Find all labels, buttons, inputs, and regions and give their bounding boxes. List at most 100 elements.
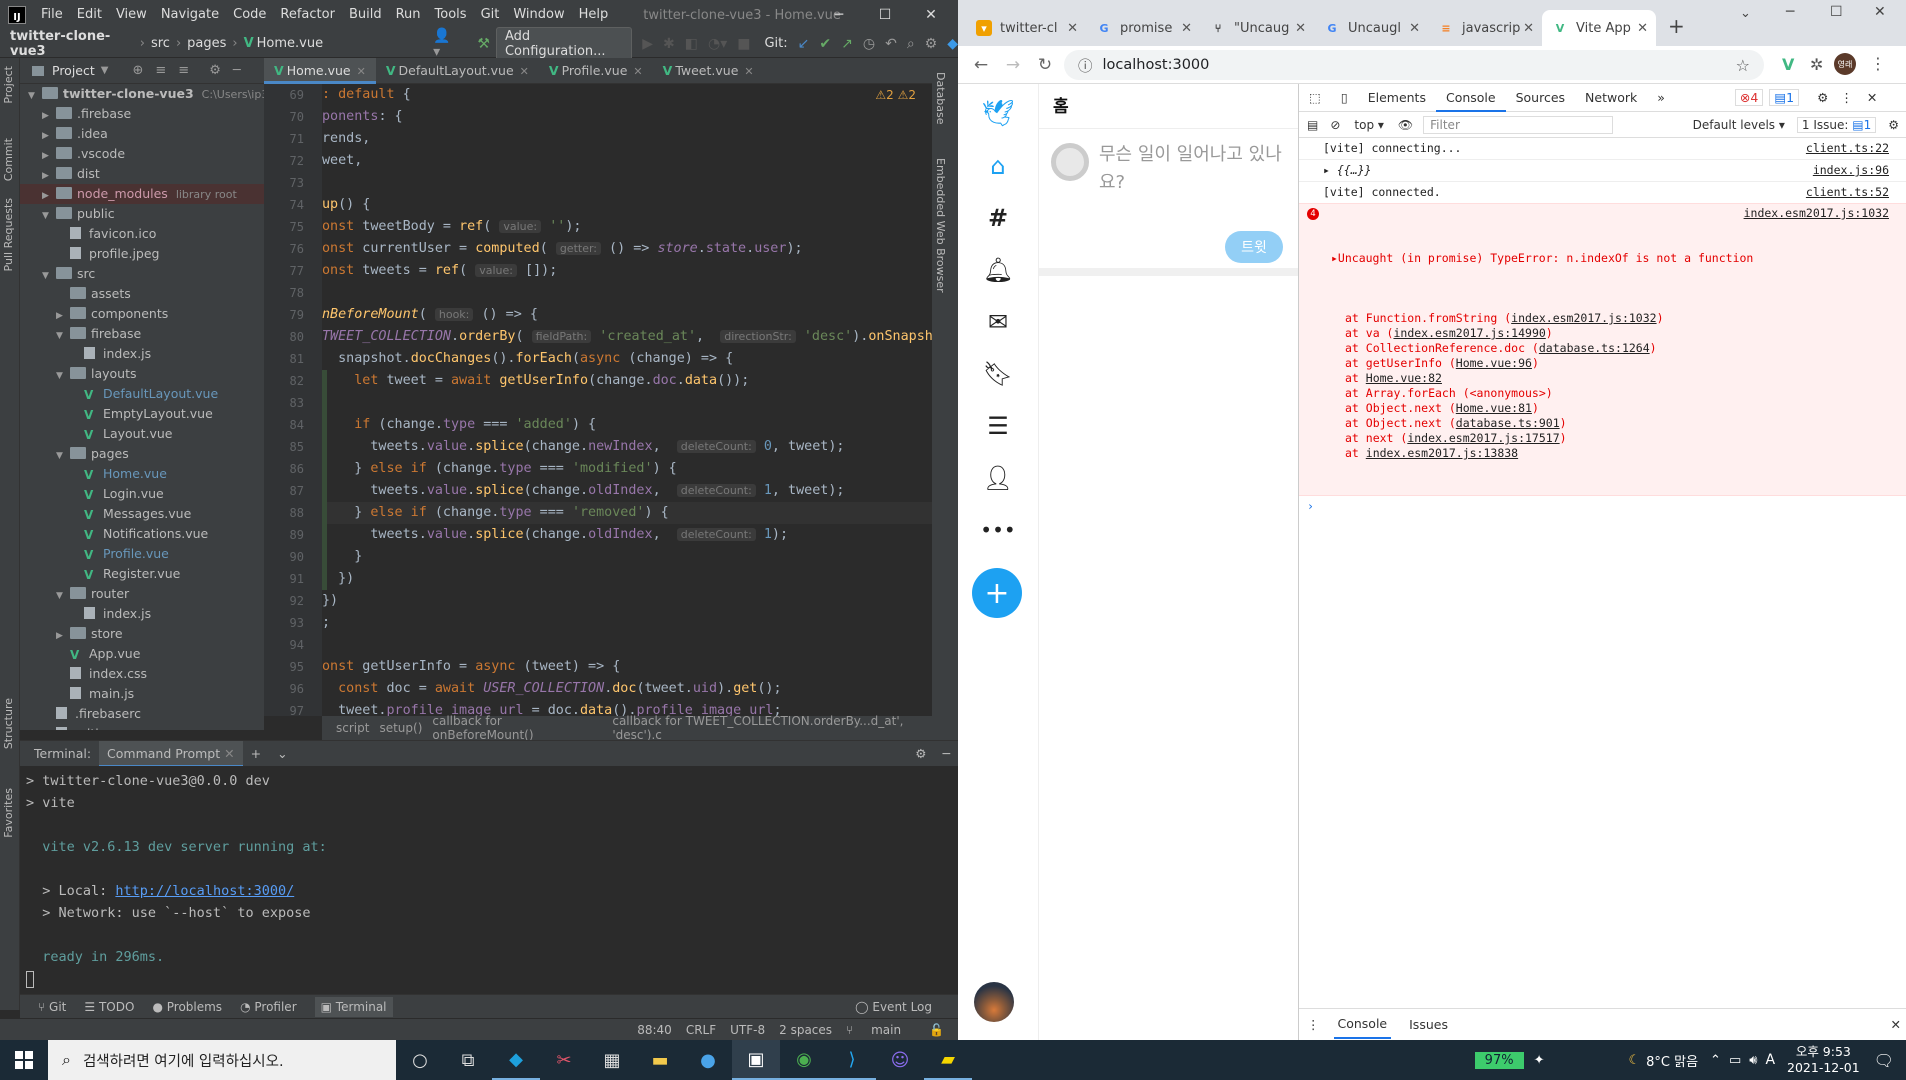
minimize-icon[interactable]: ─	[816, 0, 862, 30]
tree-item[interactable]: ▶ dist	[20, 164, 264, 184]
extensions-icon[interactable]: ✲	[1810, 55, 1823, 74]
chevron-down-icon[interactable]: ▼	[42, 206, 56, 226]
tab-close-icon[interactable]: ✕	[744, 65, 753, 78]
more-tabs-icon[interactable]: »	[1647, 84, 1675, 112]
drawer-menu-icon[interactable]: ⋮	[1307, 1017, 1320, 1032]
plugin-icon[interactable]: ◆	[947, 36, 958, 52]
error-count-badge[interactable]: ⊗4	[1734, 89, 1764, 106]
editor-tab[interactable]: V Profile.vue ✕	[539, 58, 653, 84]
devtools-tab-elements[interactable]: Elements	[1358, 84, 1436, 112]
device-toolbar-icon[interactable]: ▯	[1331, 84, 1358, 112]
stack-frame-link[interactable]: Home.vue:82	[1366, 371, 1442, 385]
minimize-icon[interactable]: ─	[1786, 4, 1794, 20]
snipping-tool-icon[interactable]: ✂	[540, 1040, 588, 1080]
devtools-tab-sources[interactable]: Sources	[1506, 84, 1575, 112]
collapse-all-icon[interactable]: ≡	[178, 63, 189, 78]
tab-close-icon[interactable]: ✕	[1295, 21, 1306, 36]
user-icon[interactable]: 👤▾	[433, 28, 455, 60]
tab-close-icon[interactable]: ✕	[633, 65, 642, 78]
bookmark-star-icon[interactable]: ☆	[1736, 56, 1750, 75]
project-panel-title[interactable]: Project	[52, 63, 95, 78]
ime-indicator[interactable]: A	[1765, 1052, 1775, 1068]
tray-app-icon[interactable]: ✦	[1534, 1053, 1545, 1068]
discord-icon[interactable]: ☺	[876, 1040, 924, 1080]
git-update-icon[interactable]: ↙	[798, 36, 810, 52]
git-branch[interactable]: ⑂ main	[846, 1023, 915, 1037]
chevron-right-icon[interactable]: ▶	[56, 306, 70, 326]
browser-tab-active[interactable]: V Vite App ✕	[1542, 10, 1656, 46]
battery-indicator[interactable]: 97%	[1474, 1051, 1524, 1069]
tab-close-icon[interactable]: ✕	[520, 65, 529, 78]
info-icon[interactable]: ⓘ	[1078, 55, 1093, 76]
clear-console-icon[interactable]: ⊘	[1330, 118, 1340, 132]
stack-frame-link[interactable]: Home.vue:81	[1456, 401, 1532, 415]
log-source-link[interactable]: client.ts:22	[1806, 141, 1889, 156]
code-crumb-onbeforemount[interactable]: callback for onBeforeMount()	[432, 714, 602, 742]
stack-frame-link[interactable]: index.esm2017.js:13838	[1366, 446, 1518, 460]
error-source-link[interactable]: index.esm2017.js:1032	[1744, 206, 1889, 221]
menu-build[interactable]: Build	[342, 0, 389, 30]
drawer-close-icon[interactable]: ✕	[1891, 1017, 1901, 1032]
new-tab-icon[interactable]: +	[1668, 14, 1685, 38]
tool-tab-project[interactable]: Project	[2, 66, 15, 104]
locate-icon[interactable]: ⊕	[132, 63, 143, 78]
tab-close-icon[interactable]: ✕	[1181, 21, 1192, 36]
chevron-down-icon[interactable]: ▼	[56, 366, 70, 386]
tree-item[interactable]: V Register.vue	[20, 564, 264, 584]
close-icon[interactable]: ✕	[908, 0, 954, 30]
bottom-tab-git[interactable]: ⑂ Git	[38, 1000, 66, 1014]
menu-window[interactable]: Window	[506, 0, 571, 30]
file-encoding[interactable]: UTF-8	[730, 1023, 765, 1037]
editor-tab[interactable]: V Tweet.vue ✕	[653, 58, 764, 84]
chevron-right-icon[interactable]: ▶	[42, 186, 56, 206]
weather-text[interactable]: 8°C 맑음	[1646, 1051, 1698, 1070]
tree-item[interactable]: ▶ node_modules library root	[20, 184, 264, 204]
editor-tab[interactable]: V Home.vue ✕	[264, 57, 376, 84]
browser-tab[interactable]: ⑂ "Uncaug ✕	[1200, 10, 1314, 46]
more-menu-icon[interactable]: ⋮	[1870, 54, 1886, 73]
tab-close-icon[interactable]: ✕	[357, 65, 366, 78]
close-icon[interactable]: ✕	[1874, 4, 1886, 20]
menu-view[interactable]: View	[109, 0, 154, 30]
tree-item[interactable]: ▶ .vscode	[20, 144, 264, 164]
maximize-icon[interactable]: ☐	[1830, 4, 1843, 20]
lists-icon[interactable]: ☰	[980, 408, 1016, 444]
editor-tab[interactable]: V DefaultLayout.vue ✕	[376, 58, 539, 84]
hammer-icon[interactable]: ⚒	[477, 36, 490, 52]
menu-git[interactable]: Git	[474, 0, 507, 30]
expand-all-icon[interactable]: ≡	[155, 63, 166, 78]
log-source-link[interactable]: client.ts:52	[1806, 185, 1889, 200]
tree-item[interactable]: main.js	[20, 684, 264, 704]
notifications-bell-icon[interactable]: 🔔︎	[980, 252, 1016, 288]
tool-tab-commit[interactable]: Commit	[2, 138, 15, 181]
history-icon[interactable]: ◷	[863, 36, 875, 52]
chevron-right-icon[interactable]: ▶	[42, 146, 56, 166]
tree-item[interactable]: index.js	[20, 604, 264, 624]
terminal-settings-icon[interactable]: ⚙	[907, 741, 934, 767]
console-settings-icon[interactable]: ⚙	[1888, 118, 1899, 132]
inspection-warnings[interactable]: ⚠2 ⚠2	[875, 88, 916, 102]
tool-tab-structure[interactable]: Structure	[2, 698, 15, 749]
add-configuration-button[interactable]: Add Configuration...	[495, 26, 633, 61]
chevron-right-icon[interactable]: ▶	[42, 106, 56, 126]
git-push-icon[interactable]: ↗	[841, 36, 853, 52]
taskbar-search-input[interactable]: ⌕ 검색하려면 여기에 입력하십시오.	[48, 1040, 396, 1080]
menu-code[interactable]: Code	[226, 0, 273, 30]
menu-run[interactable]: Run	[389, 0, 428, 30]
tree-item[interactable]: index.css	[20, 664, 264, 684]
tree-item[interactable]: ▼ layouts	[20, 364, 264, 384]
console-error-entry[interactable]: 4 ▸Uncaught (in promise) TypeError: n.in…	[1299, 203, 1906, 496]
tree-item[interactable]: V Home.vue	[20, 464, 264, 484]
devtools-tab-network[interactable]: Network	[1575, 84, 1647, 112]
sidebar-toggle-icon[interactable]: ▤	[1307, 118, 1318, 132]
tree-item[interactable]: V App.vue	[20, 644, 264, 664]
tree-item[interactable]: assets	[20, 284, 264, 304]
messages-mail-icon[interactable]: ✉	[980, 304, 1016, 340]
lock-icon[interactable]: 🔓	[929, 1023, 944, 1037]
breadcrumb-project[interactable]: twitter-clone-vue3	[10, 29, 134, 59]
tree-item[interactable]: V Login.vue	[20, 484, 264, 504]
menu-navigate[interactable]: Navigate	[154, 0, 226, 30]
breadcrumb-pages[interactable]: pages	[187, 36, 226, 51]
breadcrumb-src[interactable]: src	[151, 36, 170, 51]
menu-edit[interactable]: Edit	[70, 0, 109, 30]
